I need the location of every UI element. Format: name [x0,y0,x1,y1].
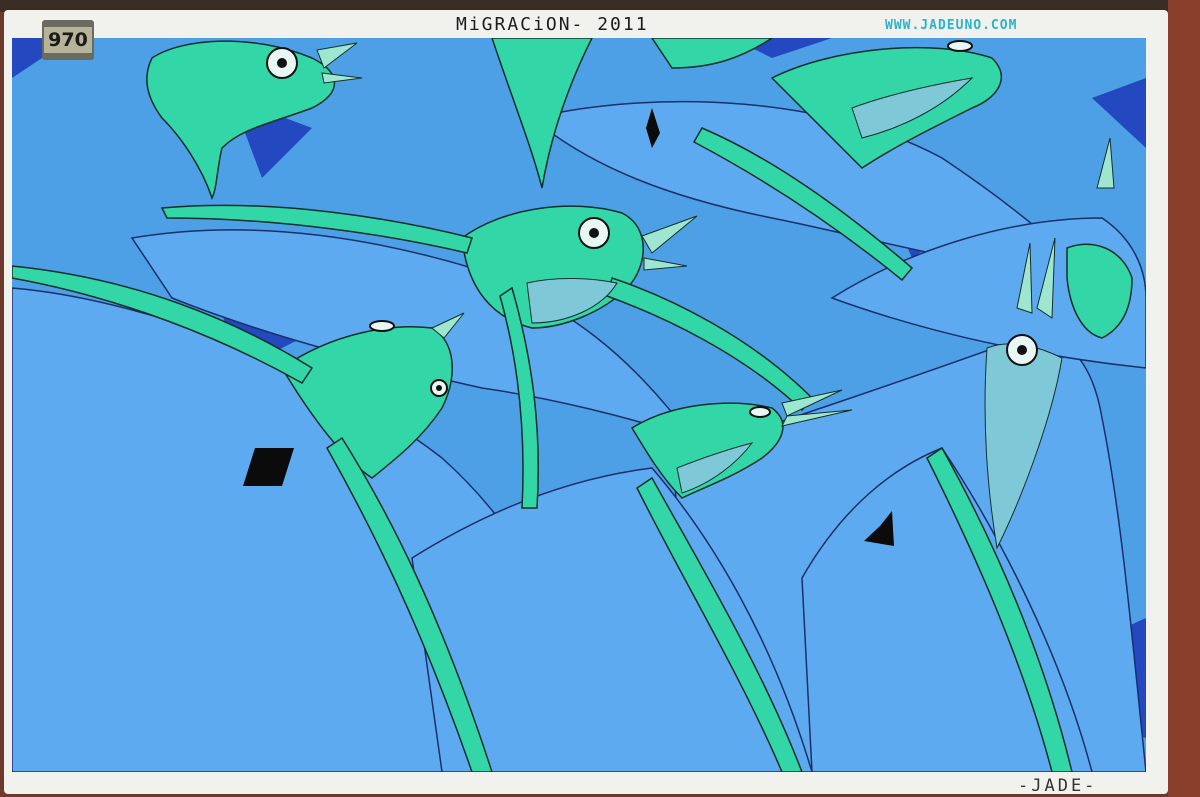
brick-wall [1168,0,1200,797]
mural-title: MiGRACiON- 2011 [456,14,649,35]
artist-website: WWW.JADEUNO.COM [885,18,1018,33]
address-plaque: 970 [42,20,94,60]
artist-signature: -JADE- [1018,776,1098,796]
blue-birds [12,100,1146,772]
bird-migration-mural [12,38,1146,772]
mural-photo: 970 MiGRACiON- 2011 WWW.JADEUNO.COM -JAD… [0,0,1200,797]
plaque-number: 970 [44,27,92,53]
mural-artwork [12,38,1146,772]
